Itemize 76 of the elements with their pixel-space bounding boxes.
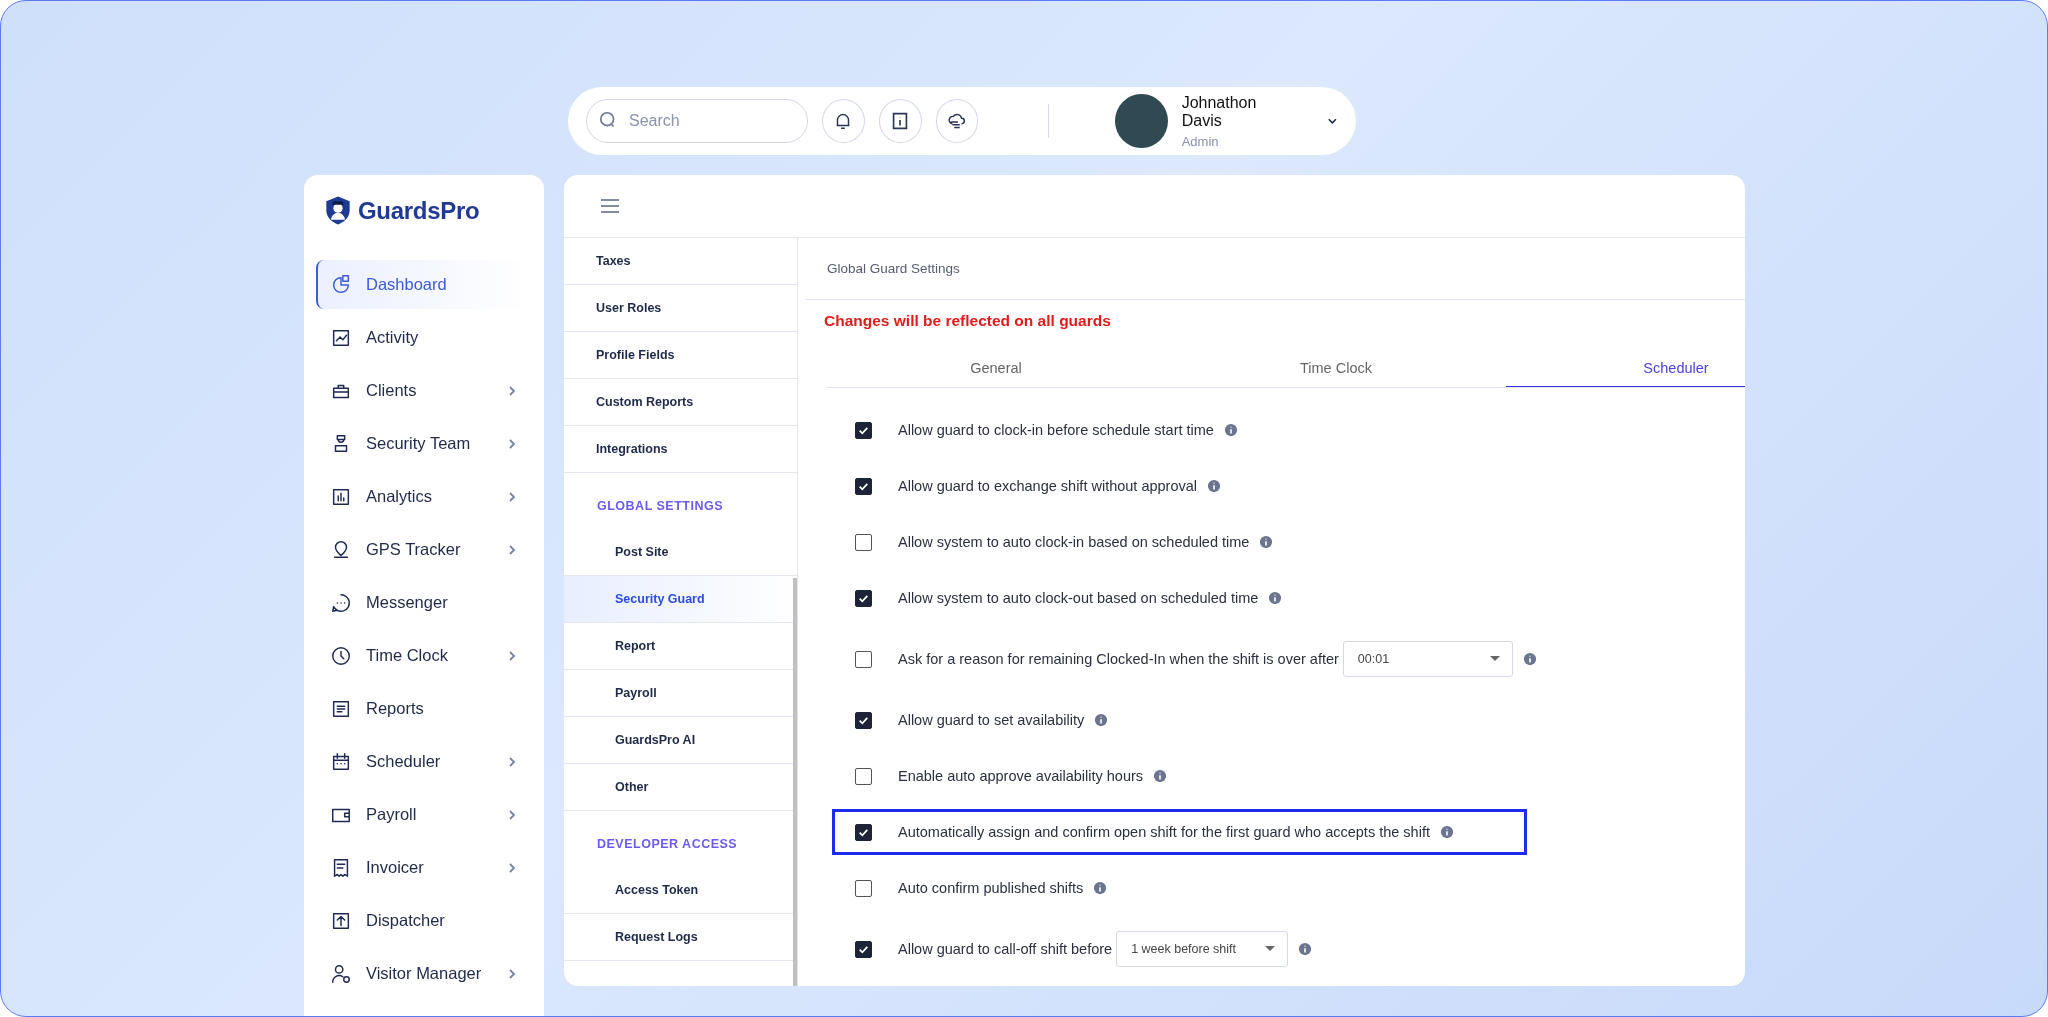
checkbox[interactable]: [855, 533, 872, 551]
nav-icon: [330, 750, 352, 773]
checkbox[interactable]: [855, 650, 872, 668]
settings-menu-item[interactable]: Profile Fields: [564, 332, 797, 379]
setting-label: Allow system to auto clock-in based on scheduled time: [898, 534, 1250, 550]
setting-label: Allow guard to set availability: [898, 712, 1085, 728]
nav-item[interactable]: Reports: [316, 684, 530, 733]
info-icon[interactable]: [1439, 825, 1454, 839]
checkbox[interactable]: [855, 879, 872, 897]
caret-icon: [1489, 656, 1500, 662]
setting-label: Allow guard to clock-in before schedule start time: [898, 422, 1214, 438]
nav-item[interactable]: Messenger: [316, 578, 530, 627]
setting-label: Auto confirm published shifts: [898, 880, 1084, 896]
warning-text: Changes will be reflected on all guards: [824, 312, 1111, 329]
checkbox[interactable]: [855, 767, 872, 785]
nav-item[interactable]: Payroll: [316, 790, 530, 839]
dropdown-field[interactable]: 00:01: [1342, 641, 1513, 677]
info-icon[interactable]: [1259, 535, 1274, 549]
cloud-button[interactable]: [935, 99, 979, 143]
tab[interactable]: Scheduler: [1506, 352, 1745, 387]
settings-menu-item[interactable]: Custom Reports: [564, 379, 797, 426]
user-name: Johnathon Davis: [1181, 93, 1258, 130]
setting-label: Allow guard to exchange shift without approval: [898, 478, 1198, 494]
checkbox[interactable]: [855, 477, 872, 495]
logo-text: GuardsPro: [358, 196, 480, 225]
checkbox[interactable]: [855, 589, 872, 607]
dropdown-field[interactable]: 1 week before shift: [1116, 931, 1289, 967]
search-field[interactable]: Search: [586, 99, 808, 143]
nav-item[interactable]: Scheduler: [316, 737, 530, 786]
info-icon[interactable]: [1522, 652, 1537, 666]
nav-item[interactable]: Security Team: [316, 419, 530, 468]
setting-label: Enable auto approve availability hours: [898, 768, 1144, 784]
menu-section-heading: DEVELOPER ACCESS: [597, 837, 738, 851]
shield-guard-icon: [324, 195, 352, 226]
user-role: Admin: [1181, 133, 1220, 149]
setting-label: Allow guard to call-off shift before: [898, 941, 1113, 957]
tab[interactable]: Time Clock: [1166, 352, 1506, 387]
menu-section-heading: GLOBAL SETTINGS: [597, 499, 724, 513]
info-button[interactable]: [878, 99, 922, 143]
panel-title: Global Guard Settings: [827, 261, 960, 276]
nav-icon: [330, 644, 352, 667]
info-icon[interactable]: [1207, 479, 1222, 493]
setting-label: Ask for a reason for remaining Clocked-In when the shift is over after: [898, 651, 1339, 667]
settings-menu-item[interactable]: Taxes: [564, 238, 797, 285]
checkbox[interactable]: [855, 421, 872, 439]
info-icon[interactable]: [1153, 769, 1168, 783]
caret-icon: [1265, 946, 1276, 952]
info-icon[interactable]: [1094, 713, 1109, 727]
info-icon[interactable]: [1298, 942, 1313, 956]
checkbox[interactable]: [855, 823, 872, 841]
nav-item[interactable]: Dispatcher: [316, 896, 530, 945]
nav-item[interactable]: Visitor Manager: [316, 949, 530, 998]
nav-icon: [330, 591, 352, 614]
menu-icon[interactable]: [600, 199, 620, 213]
nav-item[interactable]: Analytics: [316, 472, 530, 521]
notification-button[interactable]: [822, 99, 865, 143]
checkbox[interactable]: [855, 711, 872, 729]
setting-label: Allow system to auto clock-out based on scheduled time: [898, 590, 1259, 606]
chevron-down-icon[interactable]: [1327, 117, 1338, 125]
scrollbar[interactable]: [793, 578, 797, 986]
nav-item[interactable]: GPS Tracker: [316, 525, 530, 574]
nav-icon: [330, 273, 352, 296]
nav-icon: [330, 962, 352, 985]
tab[interactable]: General: [826, 352, 1166, 387]
nav-item[interactable]: Clients: [316, 366, 530, 415]
info-icon[interactable]: [1093, 881, 1108, 895]
info-icon[interactable]: [1268, 591, 1283, 605]
nav-item[interactable]: Activity: [316, 313, 530, 362]
nav-item[interactable]: Invoicer: [316, 843, 530, 892]
info-icon[interactable]: [1223, 423, 1238, 437]
nav-item[interactable]: Time Clock: [316, 631, 530, 680]
avatar[interactable]: [1115, 94, 1168, 148]
settings-menu-item[interactable]: Integrations: [564, 426, 797, 473]
settings-menu-item[interactable]: User Roles: [564, 285, 797, 332]
checkbox[interactable]: [855, 940, 872, 958]
setting-label: Automatically assign and confirm open shift for the first guard who accepts the shift: [898, 824, 1430, 840]
